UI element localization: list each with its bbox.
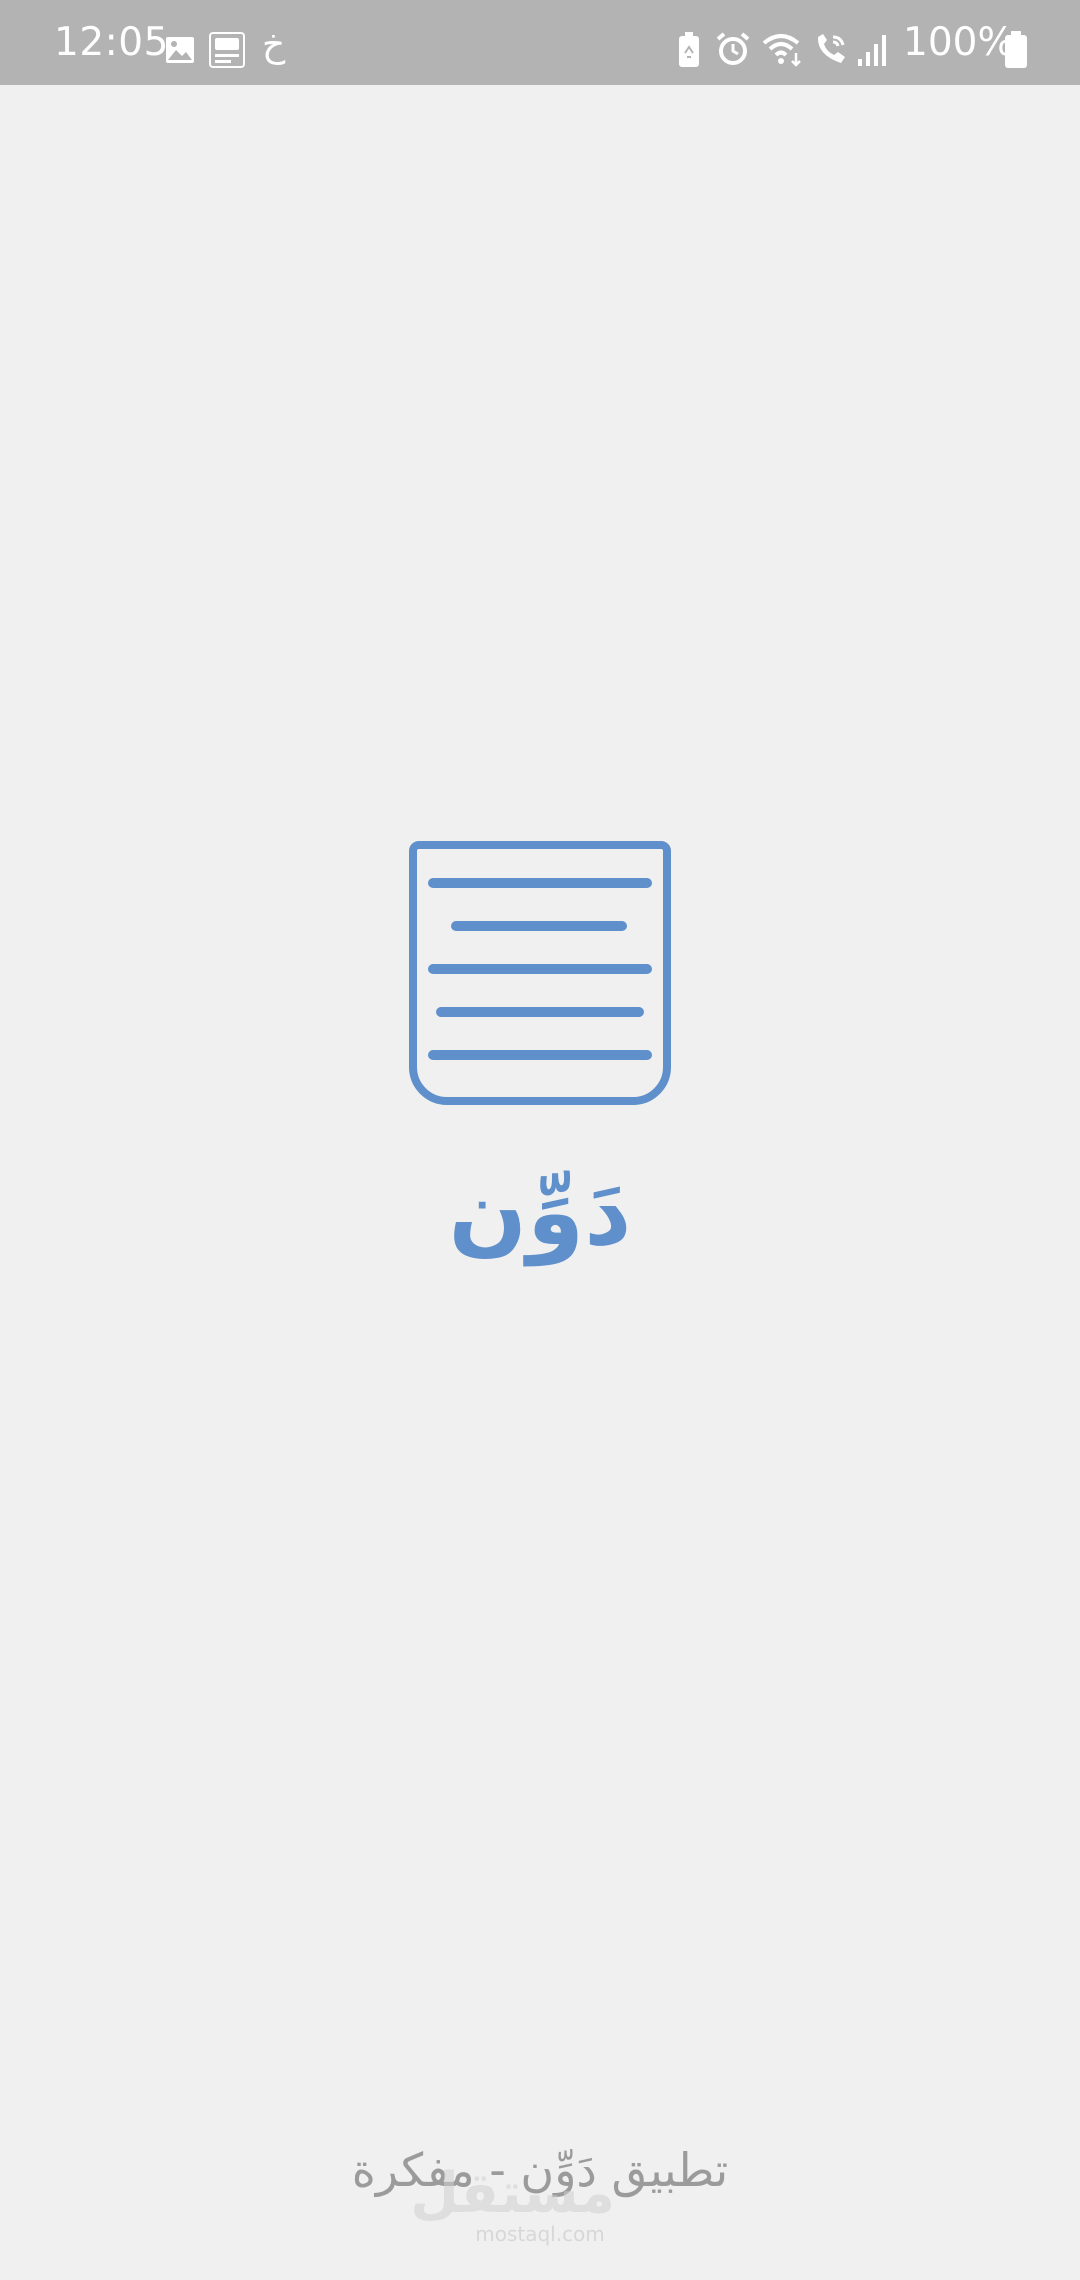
battery-icon <box>1005 31 1027 68</box>
signal-icon <box>858 35 886 66</box>
status-bar: 12:05 خ 100% <box>0 0 1080 85</box>
battery-percent: 100% <box>903 20 1015 65</box>
app-name: دَوِّن <box>448 1159 632 1266</box>
app-notification-icon <box>209 32 245 68</box>
status-time: 12:05 <box>54 20 169 65</box>
alarm-icon <box>716 32 750 65</box>
watermark: مستقل mostaql.com <box>410 2161 615 2255</box>
battery-saver-icon <box>679 32 699 67</box>
watermark-mark: مستقل <box>410 2161 615 2226</box>
notification-letter: خ <box>262 24 286 65</box>
wifi-call-icon <box>817 34 845 63</box>
notepad-icon <box>409 841 671 1105</box>
image-icon <box>166 37 194 63</box>
watermark-site: mostaql.com <box>475 2222 605 2246</box>
wifi-icon <box>762 34 801 67</box>
